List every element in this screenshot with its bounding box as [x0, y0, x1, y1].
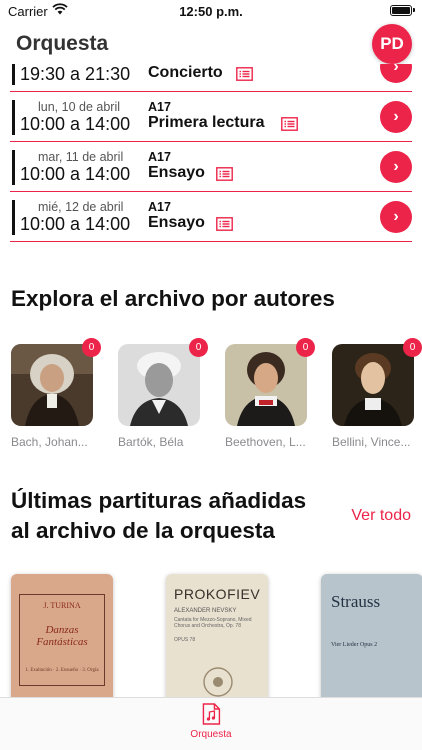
event-type: Ensayo — [148, 214, 205, 231]
score-detail: Cantata for Mezzo-Soprano, Mixed Chorus … — [174, 617, 252, 629]
notes-icon[interactable] — [236, 67, 253, 81]
open-event-button[interactable]: › — [380, 101, 412, 133]
scores-title-line-1: Últimas partituras añadidas — [11, 488, 307, 513]
event-row[interactable]: mié, 12 de abril 10:00 a 14:00 A17 Ensay… — [10, 192, 412, 242]
author-portrait — [11, 344, 93, 426]
page-title: Orquesta — [16, 32, 109, 55]
author-count-badge: 0 — [189, 338, 208, 357]
event-room: A17 — [148, 150, 171, 164]
event-date: mié, 12 de abril — [38, 200, 124, 214]
open-event-button[interactable]: › — [380, 201, 412, 233]
event-row[interactable]: lun, 10 de abril 10:00 a 14:00 A17 Prime… — [10, 92, 412, 142]
profile-avatar-button[interactable]: PD — [372, 24, 412, 64]
author-count-badge: 0 — [403, 338, 422, 357]
event-bar — [12, 100, 15, 135]
event-bar — [12, 200, 15, 235]
tab-bar: Orquesta — [0, 697, 422, 750]
status-bar: Carrier 12:50 p.m. — [0, 0, 422, 22]
event-type: Primera lectura — [148, 114, 265, 131]
score-subtitle: Vier Lieder Opus 2 — [331, 642, 378, 648]
tab-label: Orquesta — [190, 729, 232, 740]
score-subtitle: 1. Exaltación · 2. Ensueño · 3. Orgía — [25, 668, 99, 673]
author-portrait — [332, 344, 414, 426]
event-bar — [12, 150, 15, 185]
authors-section-title: Explora el archivo por autores — [11, 286, 335, 311]
status-time: 12:50 p.m. — [179, 4, 243, 19]
score-composer: J. TURINA — [43, 601, 81, 610]
tab-orquesta[interactable]: Orquesta — [190, 703, 232, 740]
author-portrait — [118, 344, 200, 426]
event-date: lun, 10 de abril — [38, 100, 121, 114]
notes-icon[interactable] — [216, 167, 233, 181]
event-hours: 19:30 a 21:30 — [20, 64, 131, 84]
scores-section-title: Últimas partituras añadidas al archivo d… — [11, 486, 306, 546]
score-composer: PROKOFIEV — [174, 586, 261, 602]
score-card[interactable]: J. TURINA Danzas Fantásticas 1. Exaltaci… — [11, 574, 113, 698]
event-hours: 10:00 a 14:00 — [20, 164, 131, 184]
event-hours: 10:00 a 14:00 — [20, 214, 131, 234]
score-emblem-icon — [203, 667, 233, 697]
see-all-link[interactable]: Ver todo — [351, 507, 411, 525]
event-room: A17 — [148, 200, 171, 214]
event-row[interactable]: mar, 11 de abril 10:00 a 14:00 A17 Ensay… — [10, 142, 412, 192]
score-card[interactable]: PROKOFIEV ALEXANDER NEVSKY Cantata for M… — [166, 574, 268, 698]
author-card[interactable]: 0 Bach, Johan... — [11, 338, 101, 449]
author-card[interactable]: 0 Bellini, Vince... — [332, 338, 422, 449]
main-content[interactable]: 19:30 a 21:30 Concierto › lun, 10 de abr… — [0, 64, 422, 698]
score-opus: OPUS 78 — [174, 637, 196, 643]
author-name: Beethoven, L... — [225, 435, 306, 449]
score-title: Danzas Fantásticas — [36, 624, 88, 648]
author-name: Bach, Johan... — [11, 435, 88, 449]
author-card[interactable]: 0 Bartók, Béla — [118, 338, 208, 449]
open-event-button[interactable]: › — [380, 64, 412, 83]
score-composer: Strauss — [331, 592, 381, 611]
notes-icon[interactable] — [281, 117, 298, 131]
author-card[interactable]: 0 Beethoven, L... — [225, 338, 315, 449]
authors-carousel[interactable]: 0 Bach, Johan... 0 Bartók, Béla 0 Beetho… — [11, 338, 422, 464]
open-event-button[interactable]: › — [380, 151, 412, 183]
event-type: Ensayo — [148, 164, 205, 181]
event-row[interactable]: 19:30 a 21:30 Concierto › — [10, 64, 412, 92]
event-type: Concierto — [148, 64, 223, 81]
score-subtitle: ALEXANDER NEVSKY — [174, 608, 237, 614]
score-sheet-icon — [202, 703, 220, 725]
scores-title-line-2: al archivo de la orquesta — [11, 518, 275, 543]
event-hours: 10:00 a 14:00 — [20, 114, 131, 134]
author-name: Bartók, Béla — [118, 435, 184, 449]
author-name: Bellini, Vince... — [332, 435, 411, 449]
author-count-badge: 0 — [82, 338, 101, 357]
notes-icon[interactable] — [216, 217, 233, 231]
score-card[interactable]: Strauss Vier Lieder Opus 2 — [321, 574, 422, 698]
event-bar — [12, 64, 15, 85]
author-portrait — [225, 344, 307, 426]
battery-icon — [390, 5, 415, 16]
author-count-badge: 0 — [296, 338, 315, 357]
event-date: mar, 11 de abril — [38, 150, 124, 164]
event-room: A17 — [148, 100, 171, 114]
navigation-bar: Orquesta PD — [0, 22, 422, 64]
schedule-list: 19:30 a 21:30 Concierto › lun, 10 de abr… — [10, 64, 412, 242]
scores-carousel[interactable]: J. TURINA Danzas Fantásticas 1. Exaltaci… — [11, 574, 422, 698]
